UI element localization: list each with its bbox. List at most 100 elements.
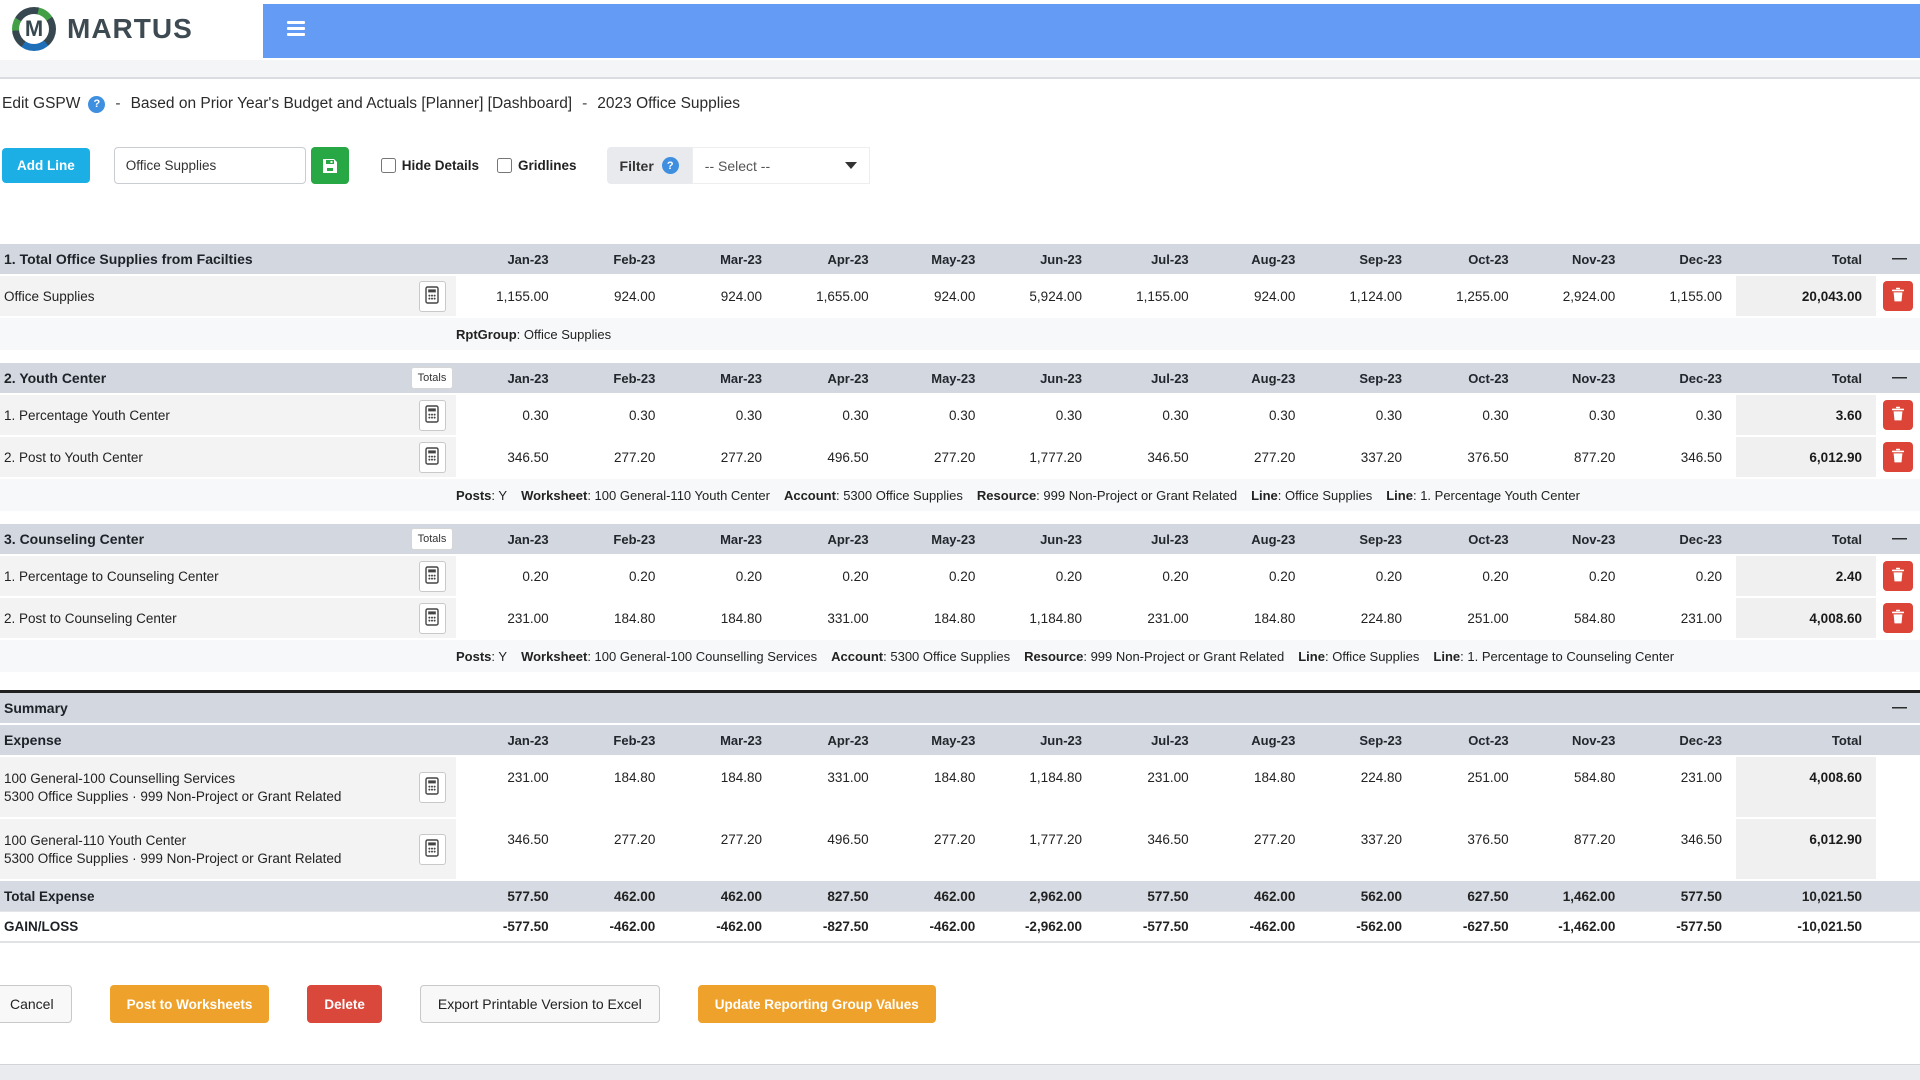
filter-select[interactable]: -- Select --	[691, 147, 870, 184]
calculator-icon	[425, 404, 439, 426]
month-header: Apr-23	[827, 732, 869, 748]
cell-value: 184.80	[669, 757, 776, 817]
cell-value: 0.20	[882, 556, 990, 596]
month-header: Jan-23	[507, 732, 549, 748]
footer-actions: Cancel Post to Worksheets Delete Export Pri…	[0, 985, 1920, 1023]
line-name-input[interactable]	[113, 147, 306, 184]
title-separator: -	[115, 95, 121, 112]
budget-row: 1. Percentage to Counseling Center 0.20 0.…	[0, 554, 1920, 596]
cell-value: 877.20	[1522, 437, 1630, 477]
collapse-cell: —	[1876, 369, 1920, 387]
cell-value: 231.00	[456, 757, 563, 817]
detail-pair-label: Resource	[976, 487, 1037, 503]
budget-row: 1. Percentage Youth Center 0.30 0.30 0.30 0.…	[0, 393, 1920, 435]
export-printable-version-to-excel-button[interactable]: Export Printable Version to Excel	[419, 985, 660, 1023]
hamburger-icon[interactable]	[287, 21, 305, 36]
total-header: Total	[1831, 370, 1862, 386]
summary-section: Summary — Expense Jan-23 Feb-23 Mar-23 Apr-23 M…	[0, 690, 1920, 943]
total-expense-row-value: 827.50	[827, 888, 869, 904]
row-label-cell: 1. Percentage to Counseling Center	[0, 556, 408, 596]
calculator-button[interactable]	[418, 771, 446, 803]
calculator-button[interactable]	[418, 833, 446, 865]
update-reporting-group-values-button[interactable]: Update Reporting Group Values	[697, 985, 936, 1023]
row-detail: Posts: Y Worksheet: 100 General-110 Youth…	[0, 477, 1920, 511]
delete-row-button[interactable]	[1882, 281, 1913, 311]
calculator-icon	[425, 838, 439, 860]
detail-pair: Line: 1. Percentage to Counseling Center	[1433, 648, 1675, 664]
calculator-button[interactable]	[418, 602, 446, 634]
calculator-button[interactable]	[418, 441, 446, 473]
month-header: Oct-23	[1468, 370, 1509, 386]
month-header: Aug-23	[1251, 370, 1296, 386]
page-description: Based on Prior Year's Budget and Actuals…	[130, 95, 573, 112]
add-line-button[interactable]: Add Line	[2, 148, 90, 183]
bottom-status-bar	[0, 1064, 1920, 1080]
row-label: 2. Post to Youth Center	[4, 449, 143, 465]
hide-details-checkbox[interactable]	[380, 158, 396, 173]
detail-pair-value: Y	[498, 648, 508, 664]
month-header: Nov-23	[1571, 732, 1616, 748]
cell-value: 5,924.00	[989, 276, 1096, 316]
summary-row-label: 100 General-110 Youth Center	[4, 832, 187, 848]
month-header: Mar-23	[720, 370, 762, 386]
summary-row-label-cell: 100 General-100 Counselling Services 5300…	[0, 757, 408, 817]
gridlines-checkbox[interactable]	[497, 158, 513, 173]
month-header: May-23	[931, 732, 976, 748]
totals-button[interactable]: Totals	[410, 367, 454, 389]
totals-button[interactable]: Totals	[410, 528, 454, 550]
detail-pair: Resource: 999 Non-Project or Grant Relat…	[1024, 648, 1285, 664]
calculator-button[interactable]	[418, 560, 446, 592]
delete-row-button[interactable]	[1882, 400, 1913, 430]
cell-value: 277.20	[669, 819, 776, 879]
month-header: Sep-23	[1359, 732, 1402, 748]
calculator-button[interactable]	[418, 280, 446, 312]
section-3: 3. Counseling Center Totals Jan-23 Feb-23 Ma…	[0, 524, 1920, 672]
delete-cell	[1876, 395, 1920, 435]
delete-button[interactable]: Delete	[307, 985, 382, 1023]
cell-value: 924.00	[1202, 276, 1310, 316]
summary-row-total: 6,012.90	[1735, 819, 1876, 879]
cell-value: 0.20	[1202, 556, 1310, 596]
cancel-button[interactable]: Cancel	[0, 985, 72, 1023]
cell-value: 0.30	[562, 395, 670, 435]
cell-value: 277.20	[882, 819, 990, 879]
toolbar: Add Line Hide Details Gridlines Filter ?…	[2, 147, 1920, 184]
cell-value: 337.20	[1309, 437, 1416, 477]
post-to-worksheets-button[interactable]: Post to Worksheets	[109, 985, 270, 1023]
cell-value: 184.80	[882, 757, 990, 817]
total-expense-row-value: 577.50	[1680, 888, 1722, 904]
delete-row-button[interactable]	[1882, 561, 1913, 591]
trash-icon	[1891, 287, 1905, 305]
collapse-minus-icon[interactable]: —	[1892, 699, 1907, 716]
detail-pair: Account: 5300 Office Supplies	[783, 487, 963, 503]
cell-value: 346.50	[1629, 819, 1736, 879]
collapse-minus-icon[interactable]: —	[1892, 369, 1907, 386]
cell-value: 224.80	[1309, 757, 1416, 817]
gain-loss-row-value: -462.00	[929, 919, 976, 934]
collapse-minus-icon[interactable]: —	[1892, 530, 1907, 547]
delete-row-button[interactable]	[1882, 603, 1913, 633]
delete-row-button[interactable]	[1882, 442, 1913, 472]
top-header: M MARTUS	[0, 0, 1920, 60]
calculator-button[interactable]	[418, 399, 446, 431]
summary-row: 100 General-110 Youth Center 5300 Office …	[0, 817, 1920, 879]
save-button[interactable]	[310, 147, 349, 184]
month-header: Jul-23	[1151, 531, 1189, 547]
month-header: Jan-23	[507, 370, 549, 386]
collapse-cell: —	[1876, 250, 1920, 268]
filter-help-icon[interactable]: ?	[661, 157, 679, 174]
detail-pair-value: 1. Percentage to Counseling Center	[1467, 648, 1675, 664]
total-expense-row-label: Total Expense	[4, 888, 95, 904]
row-detail: RptGroup: Office Supplies	[0, 316, 1920, 350]
title-help-icon[interactable]: ?	[88, 95, 106, 113]
month-header: Jun-23	[1040, 370, 1082, 386]
trash-icon	[1891, 406, 1905, 424]
collapse-minus-icon[interactable]: —	[1892, 250, 1907, 267]
detail-pair: Worksheet: 100 General-100 Counselling S…	[521, 648, 818, 664]
cell-value: 277.20	[562, 437, 670, 477]
month-header: Apr-23	[827, 370, 869, 386]
cell-value: 0.30	[1415, 395, 1523, 435]
detail-pair: Line: Office Supplies	[1298, 648, 1420, 664]
cell-value: 924.00	[562, 276, 670, 316]
calculator-icon	[425, 285, 439, 307]
